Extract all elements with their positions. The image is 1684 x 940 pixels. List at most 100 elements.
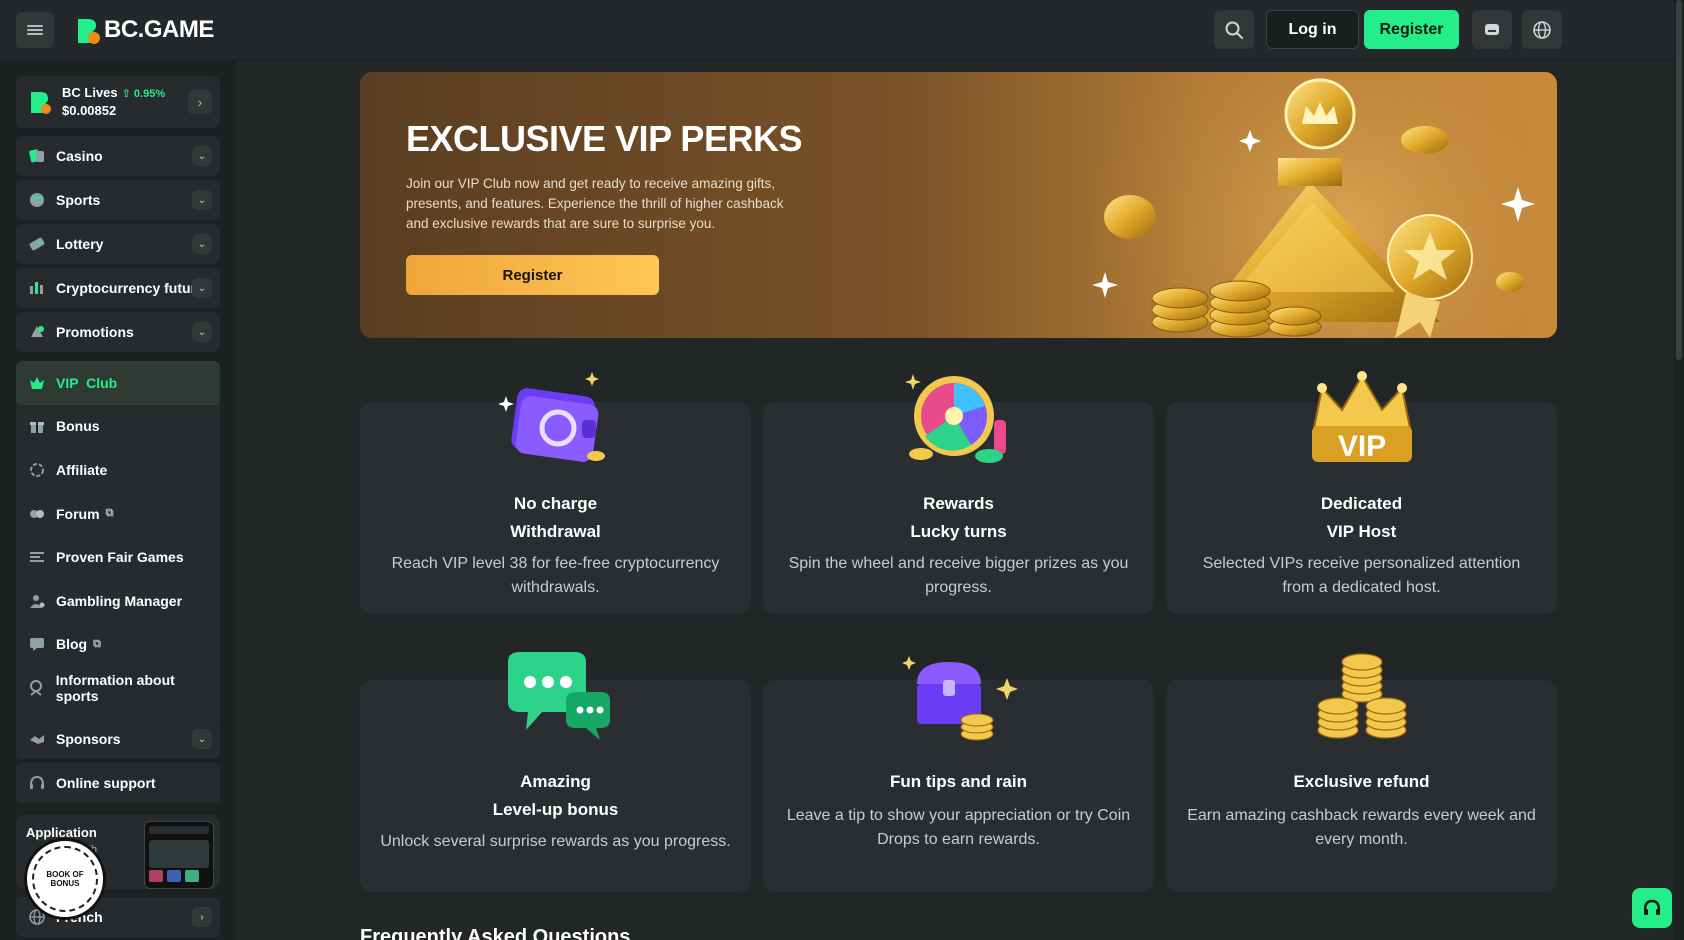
chevron-down-icon[interactable]: ⌄ <box>192 729 212 749</box>
chat-icon <box>1485 23 1499 35</box>
sidebar-item-label: Information about sports <box>55 671 175 704</box>
info-icon <box>26 677 48 699</box>
sidebar-item-affiliate[interactable]: Affiliate <box>16 448 220 492</box>
sidebar-item-label: Forum <box>56 505 100 522</box>
perk-description: Selected VIPs receive personalized atten… <box>1202 555 1521 596</box>
chevron-right-icon[interactable]: › <box>192 907 212 927</box>
perk-title-line2: Level-up bonus <box>492 800 619 819</box>
book-icon: BOOK OF BONUS <box>32 846 98 912</box>
external-link-icon: ⧉ <box>105 507 114 520</box>
vip-icon <box>26 372 48 394</box>
perk-description: Leave a tip to show your appreciation or… <box>786 807 1131 848</box>
sidebar-item-label: Online support <box>56 775 156 791</box>
chevron-down-icon[interactable]: ⌄ <box>192 278 212 298</box>
perk-title: Exclusive refund <box>1293 772 1430 791</box>
banner-description: Join our VIP Club now and get ready to r… <box>406 176 784 231</box>
sidebar-item-label: Bonus <box>56 418 100 435</box>
bc-lives-price: $0.00852 <box>62 103 117 118</box>
menu-toggle-button[interactable] <box>16 12 54 48</box>
perk-description: Earn amazing cashback rewards every week… <box>1187 807 1536 848</box>
sidebar-item-label: Sports <box>56 192 101 208</box>
forum-icon <box>26 503 48 525</box>
page-scrollbar[interactable] <box>1674 0 1684 940</box>
bc-lives-change: 0.95% <box>133 88 166 100</box>
sidebar-item-lottery[interactable]: Lottery ⌄ <box>16 224 220 264</box>
search-button[interactable] <box>1214 10 1254 49</box>
site-logo[interactable]: BC.GAME <box>74 14 214 46</box>
app-phone-preview <box>144 821 214 889</box>
register-button[interactable]: Register <box>1364 10 1459 49</box>
hamburger-icon <box>27 23 43 37</box>
banner-title: EXCLUSIVE VIP PERKS <box>406 118 802 159</box>
sidebar-item-label: Proven Fair Games <box>56 549 184 566</box>
chat-bubbles-icon <box>507 652 610 740</box>
chevron-right-icon[interactable]: › <box>188 90 212 114</box>
vip-banner: EXCLUSIVE VIP PERKS Join our VIP Club no… <box>360 72 1557 338</box>
chevron-down-icon[interactable]: ⌄ <box>192 234 212 254</box>
sidebar-item-label: Gambling Manager <box>56 592 183 609</box>
sidebar-item-sports[interactable]: Sports ⌄ <box>16 180 220 220</box>
perk-card: Rewards Lucky turns Spin the wheel and r… <box>763 374 1154 614</box>
faq-heading: Frequently Asked Questions <box>360 926 631 940</box>
sidebar-item-label: Sponsors <box>56 731 121 747</box>
bc-token-icon <box>31 92 51 114</box>
live-support-button[interactable] <box>1632 888 1672 928</box>
manager-icon <box>26 590 48 612</box>
perk-title-line2: Withdrawal <box>510 522 601 541</box>
scrollbar-thumb[interactable] <box>1676 0 1682 360</box>
perk-description: Reach VIP level 38 for fee-free cryptocu… <box>391 555 720 596</box>
sidebar-item-casino[interactable]: Casino ⌄ <box>16 136 220 176</box>
affiliate-icon <box>26 459 48 481</box>
banner-register-button[interactable]: Register <box>406 255 659 295</box>
sidebar-item-crypto-futures[interactable]: Cryptocurrency futur ⌄ <box>16 268 220 308</box>
sidebar-item-label: Casino <box>56 148 103 164</box>
sidebar-item-blog[interactable]: Blog ⧉ <box>16 623 220 667</box>
logo-text: BC.GAME <box>104 16 214 43</box>
lottery-icon <box>26 233 48 255</box>
chevron-down-icon[interactable]: ⌄ <box>192 146 212 166</box>
sidebar-item-forum[interactable]: Forum ⧉ <box>16 492 220 536</box>
sidebar-item-label: Affiliate <box>56 461 108 478</box>
top-header: BC.GAME Log in Register <box>0 0 1684 60</box>
sidebar-item-promotions[interactable]: Promotions ⌄ <box>16 312 220 352</box>
search-icon <box>1225 21 1243 39</box>
sports-icon <box>26 189 48 211</box>
sidebar-item-label: Blog <box>56 636 88 653</box>
headset-icon <box>1643 899 1661 915</box>
wallet-icon <box>497 372 605 462</box>
logo-icon <box>78 19 100 44</box>
language-button[interactable] <box>1522 10 1562 49</box>
svg-text:VIP: VIP <box>1337 430 1385 463</box>
blog-icon <box>26 633 48 655</box>
sidebar: BC Lives ⇧ 0.95% $0.00852 › Casino ⌄ Spor… <box>0 61 236 940</box>
sidebar-item-sports-info[interactable]: Information about sports <box>16 666 220 710</box>
bc-lives-label: BC Lives ⇧ 0.95% <box>62 85 166 100</box>
sidebar-item-sponsors[interactable]: Sponsors ⌄ <box>16 719 220 759</box>
sidebar-item-online-support[interactable]: Online support <box>16 763 220 803</box>
perk-title: Fun tips and rain <box>890 772 1027 791</box>
sidebar-item-label: Promotions <box>56 324 134 340</box>
perk-title-line2: Lucky turns <box>910 522 1007 541</box>
sidebar-item-bonus[interactable]: Bonus <box>16 405 220 449</box>
sidebar-item-gambling-manager[interactable]: Gambling Manager <box>16 579 220 623</box>
sponsors-icon <box>26 728 48 750</box>
chevron-down-icon[interactable]: ⌄ <box>192 322 212 342</box>
login-button[interactable]: Log in <box>1266 10 1359 49</box>
book-of-bonus-badge[interactable]: BOOK OF BONUS <box>24 838 106 920</box>
perk-title-line1: Dedicated <box>1320 494 1403 513</box>
perk-title-line1: No charge <box>513 494 598 513</box>
perk-card: VIP Dedicated VIP Host Selected VIPs rec… <box>1166 371 1557 614</box>
futures-icon <box>26 277 48 299</box>
sidebar-item-vip-club[interactable]: VIP Club <box>16 361 220 405</box>
sidebar-item-proven-fair[interactable]: Proven Fair Games <box>16 535 220 579</box>
trend-up-icon: ⇧ <box>121 88 131 100</box>
chevron-down-icon[interactable]: ⌄ <box>192 190 212 210</box>
perk-card: Fun tips and rain Leave a tip to show yo… <box>763 656 1154 892</box>
sidebar-item-label: VIP Club <box>56 374 118 391</box>
bc-lives-card[interactable]: BC Lives ⇧ 0.95% $0.00852 › <box>16 76 220 128</box>
promotions-icon <box>26 321 48 343</box>
sidebar-item-label: Cryptocurrency futur <box>56 280 194 296</box>
chat-button[interactable] <box>1472 10 1512 49</box>
gold-pyramid-illustration <box>1090 72 1550 338</box>
coin-stacks-icon <box>1316 653 1407 739</box>
